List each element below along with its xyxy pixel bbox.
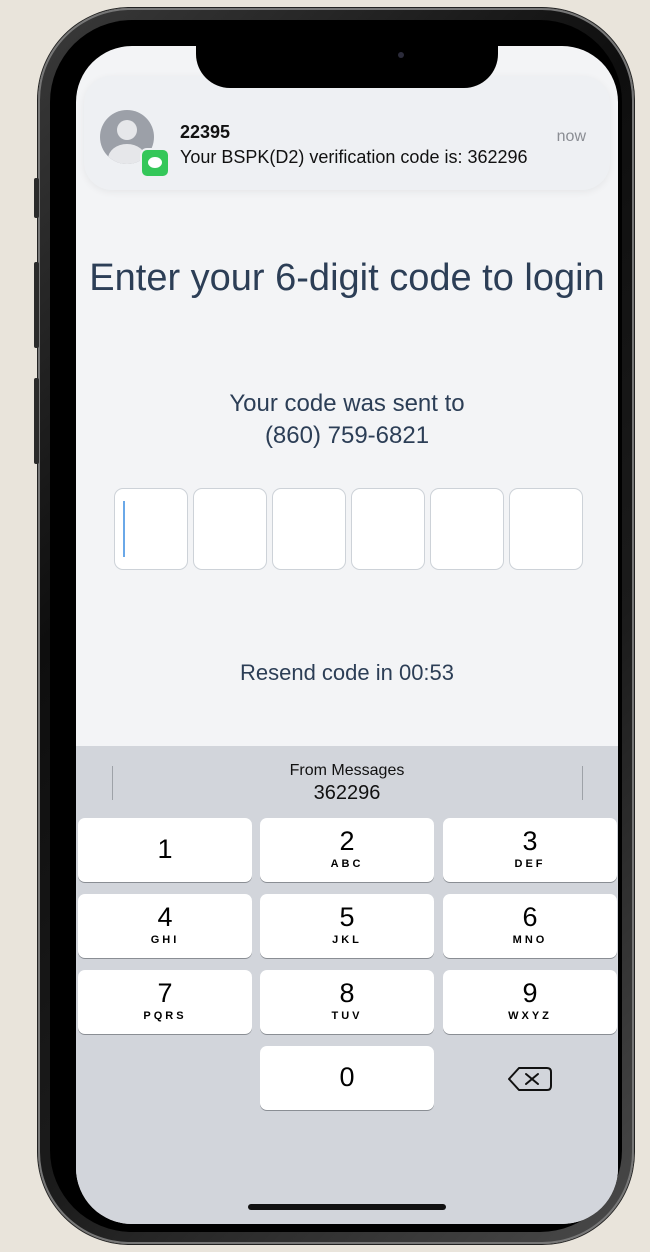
key-letters: TUV	[331, 1010, 363, 1022]
code-input-group	[114, 488, 583, 570]
key-letters: GHI	[150, 934, 180, 946]
notification-time: now	[556, 128, 586, 145]
numeric-keypad: From Messages 362296 1 2 ABC 3 DEF 4 GHI…	[76, 746, 618, 1224]
key-digit: 5	[339, 902, 355, 932]
key-digit: 8	[339, 978, 355, 1008]
sent-to-text: Your code was sent to (860) 759-6821	[116, 388, 578, 452]
key-7[interactable]: 7 PQRS	[78, 970, 252, 1034]
suggestion-source: From Messages	[289, 762, 405, 779]
key-letters: DEF	[514, 858, 546, 870]
key-letters: ABC	[330, 858, 364, 870]
side-button-volume-down	[34, 378, 39, 464]
key-digit: 1	[157, 834, 173, 864]
code-digit-input-4[interactable]	[351, 488, 425, 570]
home-indicator[interactable]	[248, 1204, 446, 1210]
key-letters: JKL	[332, 934, 362, 946]
side-button-volume-up	[34, 262, 39, 348]
code-digit-input-6[interactable]	[509, 488, 583, 570]
delete-backspace-icon	[508, 1067, 552, 1091]
phone-screen: 22395 Your BSPK(D2) verification code is…	[76, 46, 618, 1224]
key-digit: 2	[339, 826, 355, 856]
suggestion-code: 362296	[313, 782, 381, 804]
key-1[interactable]: 1	[78, 818, 252, 882]
key-8[interactable]: 8 TUV	[260, 970, 434, 1034]
code-digit-input-5[interactable]	[430, 488, 504, 570]
resend-countdown: Resend code in 00:53	[239, 660, 455, 685]
notification-sender: 22395	[180, 122, 231, 142]
sent-to-label: Your code was sent to	[229, 390, 465, 417]
key-4[interactable]: 4 GHI	[78, 894, 252, 958]
key-6[interactable]: 6 MNO	[443, 894, 617, 958]
code-digit-input-1[interactable]	[114, 488, 188, 570]
code-digit-input-2[interactable]	[193, 488, 267, 570]
front-camera-icon	[398, 52, 404, 58]
page-title: Enter your 6-digit code to login	[89, 257, 605, 299]
key-2[interactable]: 2 ABC	[260, 818, 434, 882]
key-5[interactable]: 5 JKL	[260, 894, 434, 958]
key-letters: WXYZ	[508, 1010, 552, 1022]
key-digit: 3	[522, 826, 538, 856]
key-digit: 7	[157, 978, 173, 1008]
key-digit: 0	[339, 1062, 355, 1092]
code-digit-input-3[interactable]	[272, 488, 346, 570]
notification-message: Your BSPK(D2) verification code is: 3622…	[180, 147, 528, 167]
delete-key[interactable]	[443, 1046, 617, 1110]
side-button-mute	[34, 178, 39, 218]
key-0[interactable]: 0	[260, 1046, 434, 1110]
key-digit: 4	[157, 902, 173, 932]
key-3[interactable]: 3 DEF	[443, 818, 617, 882]
key-digit: 6	[522, 902, 538, 932]
key-letters: PQRS	[143, 1010, 187, 1022]
phone-number: (860) 759-6821	[264, 422, 430, 449]
phone-notch	[196, 36, 498, 88]
key-letters: MNO	[512, 934, 548, 946]
messages-icon	[140, 148, 170, 178]
key-digit: 9	[522, 978, 538, 1008]
sms-notification[interactable]: 22395 Your BSPK(D2) verification code is…	[84, 76, 610, 190]
text-cursor	[123, 501, 125, 557]
key-9[interactable]: 9 WXYZ	[443, 970, 617, 1034]
